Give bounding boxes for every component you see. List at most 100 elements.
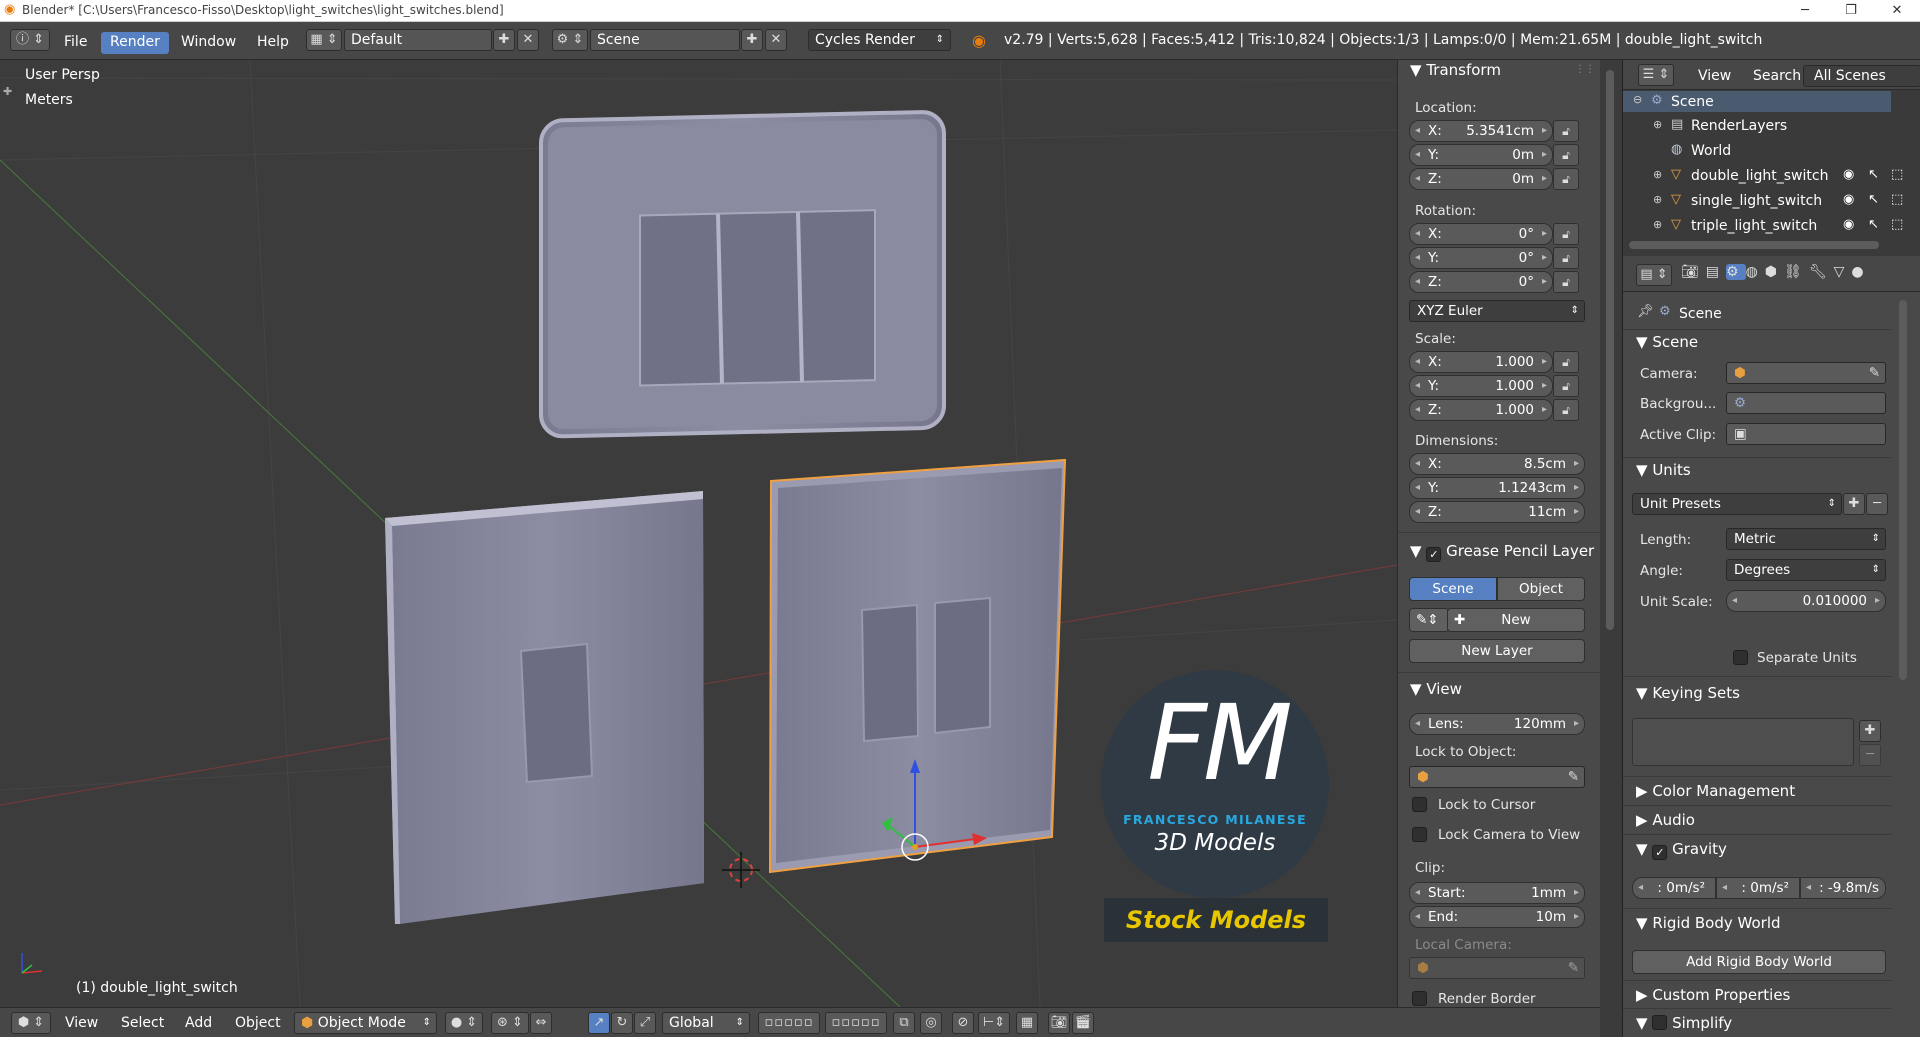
lock-object-field[interactable]: ⬢ ✎ [1409, 766, 1585, 788]
mode-select[interactable]: ⬢ Object Mode ⇕ [294, 1012, 437, 1034]
render-border-checkbox[interactable] [1412, 991, 1427, 1006]
keying-sets-panel-header[interactable]: ▼ Keying Sets [1636, 684, 1740, 702]
lock-scale-y-icon[interactable]: 🔓︎ [1553, 375, 1579, 397]
viewport-menu-view[interactable]: View [65, 1015, 98, 1031]
properties-scrollbar[interactable] [1899, 300, 1907, 680]
drag-handle-icon[interactable]: ⋮⋮ [1575, 64, 1595, 75]
scale-manipulator-icon[interactable]: ⤢ [634, 1012, 656, 1034]
add-scene-icon[interactable]: ✚ [741, 29, 763, 51]
rotate-manipulator-icon[interactable]: ↻ [611, 1012, 633, 1034]
rotation-y-field[interactable]: ◂ Y: 0° ▸ [1409, 247, 1553, 269]
scene-tab-icon[interactable]: ⚙ [1726, 264, 1746, 280]
expand-toggle-icon[interactable]: ⊕ [1653, 193, 1662, 206]
rigid-body-panel-header[interactable]: ▼ Rigid Body World [1636, 914, 1781, 932]
grease-pencil-panel-header[interactable]: ▼ ✓ Grease Pencil Layer [1410, 542, 1594, 562]
collapse-toggle-icon[interactable]: ⊖ [1633, 93, 1642, 106]
layer-buttons-group-1[interactable]: ▫▫▫▫▫ [758, 1012, 820, 1034]
viewport-menu-select[interactable]: Select [121, 1015, 164, 1031]
outliner-item-scene[interactable]: Scene [1671, 94, 1714, 110]
lock-scale-z-icon[interactable]: 🔓︎ [1553, 399, 1579, 421]
lock-rotation-x-icon[interactable]: 🔓︎ [1553, 223, 1579, 245]
scene-panel-header[interactable]: ▼ Scene [1636, 333, 1698, 351]
add-layout-icon[interactable]: ✚ [493, 29, 515, 51]
simplify-panel-header[interactable]: ▼ Simplify [1636, 1014, 1732, 1032]
viewport-menu-object[interactable]: Object [235, 1015, 281, 1031]
gravity-z-field[interactable]: ◂: -9.8m/s [1800, 877, 1886, 899]
rotation-z-field[interactable]: ◂ Z: 0° ▸ [1409, 271, 1553, 293]
scale-y-field[interactable]: ◂ Y: 1.000 ▸ [1409, 375, 1553, 397]
snap-element-icon[interactable]: ⊢⇕ [978, 1012, 1010, 1034]
lens-field[interactable]: ◂ Lens: 120mm ▸ [1409, 713, 1585, 735]
separate-units-checkbox[interactable] [1733, 650, 1748, 665]
color-management-panel-header[interactable]: ▶ Color Management [1636, 782, 1795, 800]
remove-preset-icon[interactable]: ─ [1866, 493, 1888, 515]
object-tab-icon[interactable]: ⬢ [1765, 264, 1784, 280]
lock-to-cursor-checkbox[interactable] [1412, 797, 1427, 812]
grease-pencil-object-tab[interactable]: Object [1497, 577, 1585, 601]
add-rigid-body-world-button[interactable]: Add Rigid Body World [1632, 950, 1886, 974]
editor-type-info-icon[interactable]: ⓘ ⇕ [10, 29, 50, 51]
outliner-item-double-light-switch[interactable]: double_light_switch [1691, 168, 1828, 184]
visibility-eye-icon[interactable]: ◉ [1843, 192, 1854, 207]
location-y-field[interactable]: ◂ Y: 0m ▸ [1409, 144, 1553, 166]
gravity-x-field[interactable]: ◂: 0m/s² [1632, 877, 1716, 899]
location-x-field[interactable]: ◂ X: 5.3541cm ▸ [1409, 120, 1553, 142]
expand-toggle-icon[interactable]: ⊕ [1653, 118, 1662, 131]
active-clip-field[interactable]: ▣ [1726, 423, 1886, 445]
background-field[interactable]: ⚙ [1726, 392, 1886, 414]
gravity-checkbox[interactable]: ✓ [1652, 845, 1668, 860]
properties-editor-type-icon[interactable]: ▤ ⇕ [1636, 264, 1672, 286]
outliner-item-single-light-switch[interactable]: single_light_switch [1691, 193, 1822, 209]
outliner-item-triple-light-switch[interactable]: triple_light_switch [1691, 218, 1817, 234]
outliner-editor-type-icon[interactable]: ☰ ⇕ [1638, 64, 1674, 86]
scene-selector-icon[interactable]: ⚙ ⇕ [552, 29, 588, 51]
outliner-filter-select[interactable]: All Scenes [1803, 65, 1920, 87]
new-layer-button[interactable]: New Layer [1409, 639, 1585, 663]
minimize-button[interactable]: ─ [1782, 0, 1828, 22]
world-tab-icon[interactable]: ◍ [1746, 264, 1765, 280]
gravity-y-field[interactable]: ◂: 0m/s² [1716, 877, 1800, 899]
material-tab-icon[interactable]: ● [1851, 264, 1870, 280]
unit-presets-select[interactable]: Unit Presets ⇕ [1632, 493, 1842, 515]
dimensions-y-field[interactable]: ◂ Y: 1.1243cm ▸ [1409, 477, 1585, 499]
layout-field[interactable]: Default [344, 29, 492, 51]
rotation-mode-select[interactable]: XYZ Euler ⇕ [1409, 300, 1585, 322]
transform-panel-header[interactable]: ▼ Transform [1410, 61, 1501, 79]
screen-layout-icon[interactable]: ▦ ⇕ [306, 29, 342, 51]
render-camera-icon[interactable]: ⬚ [1891, 192, 1903, 207]
close-button[interactable]: ✕ [1874, 0, 1920, 22]
render-tab-icon[interactable]: 📷︎ [1681, 264, 1706, 280]
visibility-eye-icon[interactable]: ◉ [1843, 217, 1854, 232]
pencil-icon[interactable]: ✎⇕ [1409, 608, 1449, 632]
modifiers-tab-icon[interactable]: 🔧︎ [1809, 264, 1834, 280]
add-keying-set-icon[interactable]: ✚ [1859, 720, 1881, 742]
view-panel-header[interactable]: ▼ View [1410, 680, 1462, 698]
opengl-anim-render-icon[interactable]: 🎬︎ [1072, 1012, 1094, 1034]
rotation-x-field[interactable]: ◂ X: 0° ▸ [1409, 223, 1553, 245]
constraints-tab-icon[interactable]: ⛓ [1784, 264, 1809, 280]
translate-manipulator-icon[interactable]: ↗ [588, 1012, 610, 1034]
viewport-menu-add[interactable]: Add [185, 1015, 212, 1031]
scale-z-field[interactable]: ◂ Z: 1.000 ▸ [1409, 399, 1553, 421]
npanel-scrollbar[interactable] [1606, 70, 1614, 630]
lock-camera-checkbox[interactable] [1412, 827, 1427, 842]
clip-end-field[interactable]: ◂ End: 10m ▸ [1409, 906, 1585, 928]
menu-file[interactable]: File [55, 32, 96, 54]
units-panel-header[interactable]: ▼ Units [1636, 461, 1691, 479]
layer-buttons-group-2[interactable]: ▫▫▫▫▫ [825, 1012, 887, 1034]
lock-rotation-y-icon[interactable]: 🔓︎ [1553, 247, 1579, 269]
pivot-point-icon[interactable]: ⊛ ⇕ [491, 1012, 529, 1034]
outliner-menu-view[interactable]: View [1689, 66, 1740, 88]
visibility-eye-icon[interactable]: ◉ [1843, 167, 1854, 182]
outliner-item-world[interactable]: World [1691, 143, 1731, 159]
location-z-field[interactable]: ◂ Z: 0m ▸ [1409, 168, 1553, 190]
expand-toggle-icon[interactable]: ⊕ [1653, 218, 1662, 231]
dimensions-x-field[interactable]: ◂ X: 8.5cm ▸ [1409, 453, 1585, 475]
remove-scene-icon[interactable]: ✕ [765, 29, 787, 51]
menu-help[interactable]: Help [248, 32, 298, 54]
unit-scale-field[interactable]: ◂ 0.010000 ▸ [1726, 590, 1886, 612]
lock-scale-x-icon[interactable]: 🔓︎ [1553, 351, 1579, 373]
menu-render[interactable]: Render [101, 32, 169, 54]
properties-context-tabs[interactable]: 📷︎▤⚙◍⬢⛓🔧︎▽● [1681, 264, 1920, 286]
editor-type-3d-view-icon[interactable]: ⬢ ⇕ [11, 1012, 51, 1034]
